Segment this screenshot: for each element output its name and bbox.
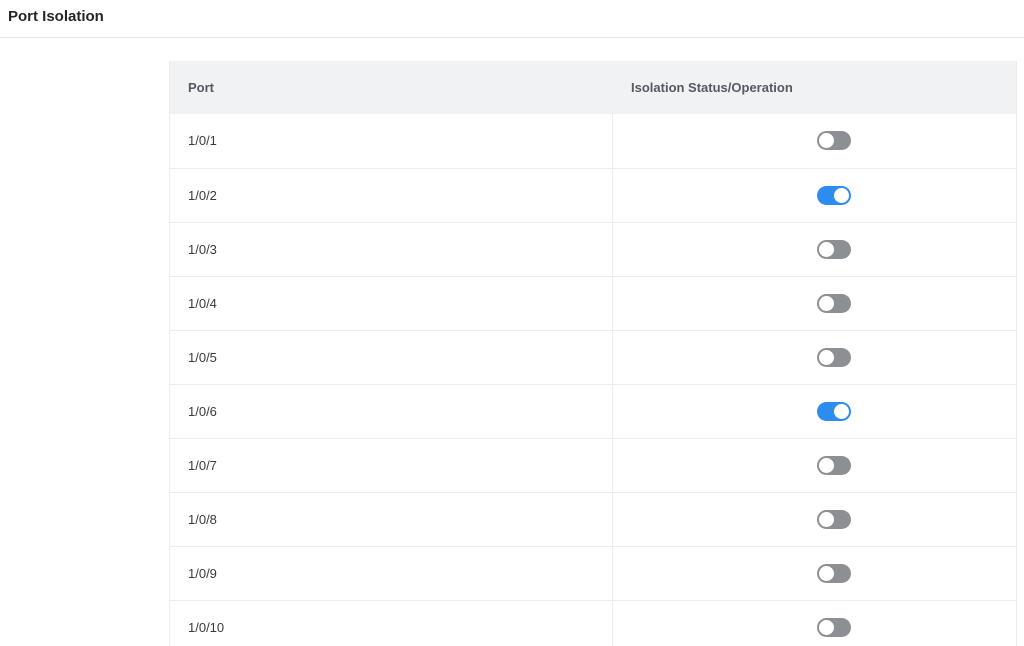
port-cell: 1/0/2 (170, 168, 613, 222)
page-title: Port Isolation (8, 8, 104, 25)
page-header: Port Isolation (0, 0, 1024, 38)
table-row: 1/0/10 (170, 600, 1016, 646)
isolation-toggle[interactable] (817, 509, 851, 529)
toggle-knob (819, 511, 834, 527)
table-row: 1/0/4 (170, 276, 1016, 330)
toggle-knob (819, 619, 834, 635)
port-cell: 1/0/3 (170, 222, 613, 276)
isolation-toggle[interactable] (817, 293, 851, 313)
isolation-status-cell (613, 600, 1017, 646)
isolation-status-cell (613, 438, 1017, 492)
port-cell: 1/0/6 (170, 384, 613, 438)
toggle-knob (819, 241, 834, 257)
isolation-status-cell (613, 492, 1017, 546)
isolation-toggle[interactable] (817, 347, 851, 367)
column-header-isolation-status: Isolation Status/Operation (631, 80, 793, 95)
table-row: 1/0/1 (170, 114, 1016, 168)
isolation-toggle[interactable] (817, 239, 851, 259)
isolation-status-cell (613, 546, 1017, 600)
table-row: 1/0/5 (170, 330, 1016, 384)
isolation-toggle[interactable] (817, 617, 851, 637)
port-cell: 1/0/7 (170, 438, 613, 492)
toggle-knob (819, 457, 834, 473)
table-row: 1/0/3 (170, 222, 1016, 276)
isolation-status-cell (613, 276, 1017, 330)
column-header-port: Port (170, 61, 613, 114)
isolation-status-cell (613, 222, 1017, 276)
isolation-toggle[interactable] (817, 131, 851, 151)
toggle-knob (834, 187, 849, 203)
toggle-knob (834, 403, 849, 419)
table-row: 1/0/6 (170, 384, 1016, 438)
port-cell: 1/0/4 (170, 276, 613, 330)
port-cell: 1/0/10 (170, 600, 613, 646)
toggle-knob (819, 295, 834, 311)
toggle-knob (819, 565, 834, 581)
isolation-toggle[interactable] (817, 563, 851, 583)
isolation-status-cell (613, 114, 1017, 168)
port-cell: 1/0/1 (170, 114, 613, 168)
isolation-status-cell (613, 384, 1017, 438)
toggle-knob (819, 349, 834, 365)
isolation-toggle[interactable] (817, 401, 851, 421)
isolation-toggle[interactable] (817, 185, 851, 205)
table-row: 1/0/7 (170, 438, 1016, 492)
port-cell: 1/0/5 (170, 330, 613, 384)
table-row: 1/0/2 (170, 168, 1016, 222)
port-isolation-table: Port Isolation Status/Operation 1/0/1 1/0… (169, 61, 1017, 646)
isolation-status-cell (613, 330, 1017, 384)
toggle-knob (819, 133, 834, 149)
port-cell: 1/0/8 (170, 492, 613, 546)
table-header-row: Port Isolation Status/Operation (170, 61, 1016, 114)
isolation-toggle[interactable] (817, 455, 851, 475)
isolation-status-cell (613, 168, 1017, 222)
port-cell: 1/0/9 (170, 546, 613, 600)
table-row: 1/0/9 (170, 546, 1016, 600)
table-row: 1/0/8 (170, 492, 1016, 546)
table-body: 1/0/1 1/0/2 1/0/3 1/0/4 1/0/5 1/0/6 1/0/7 1/0/8… (170, 114, 1016, 646)
